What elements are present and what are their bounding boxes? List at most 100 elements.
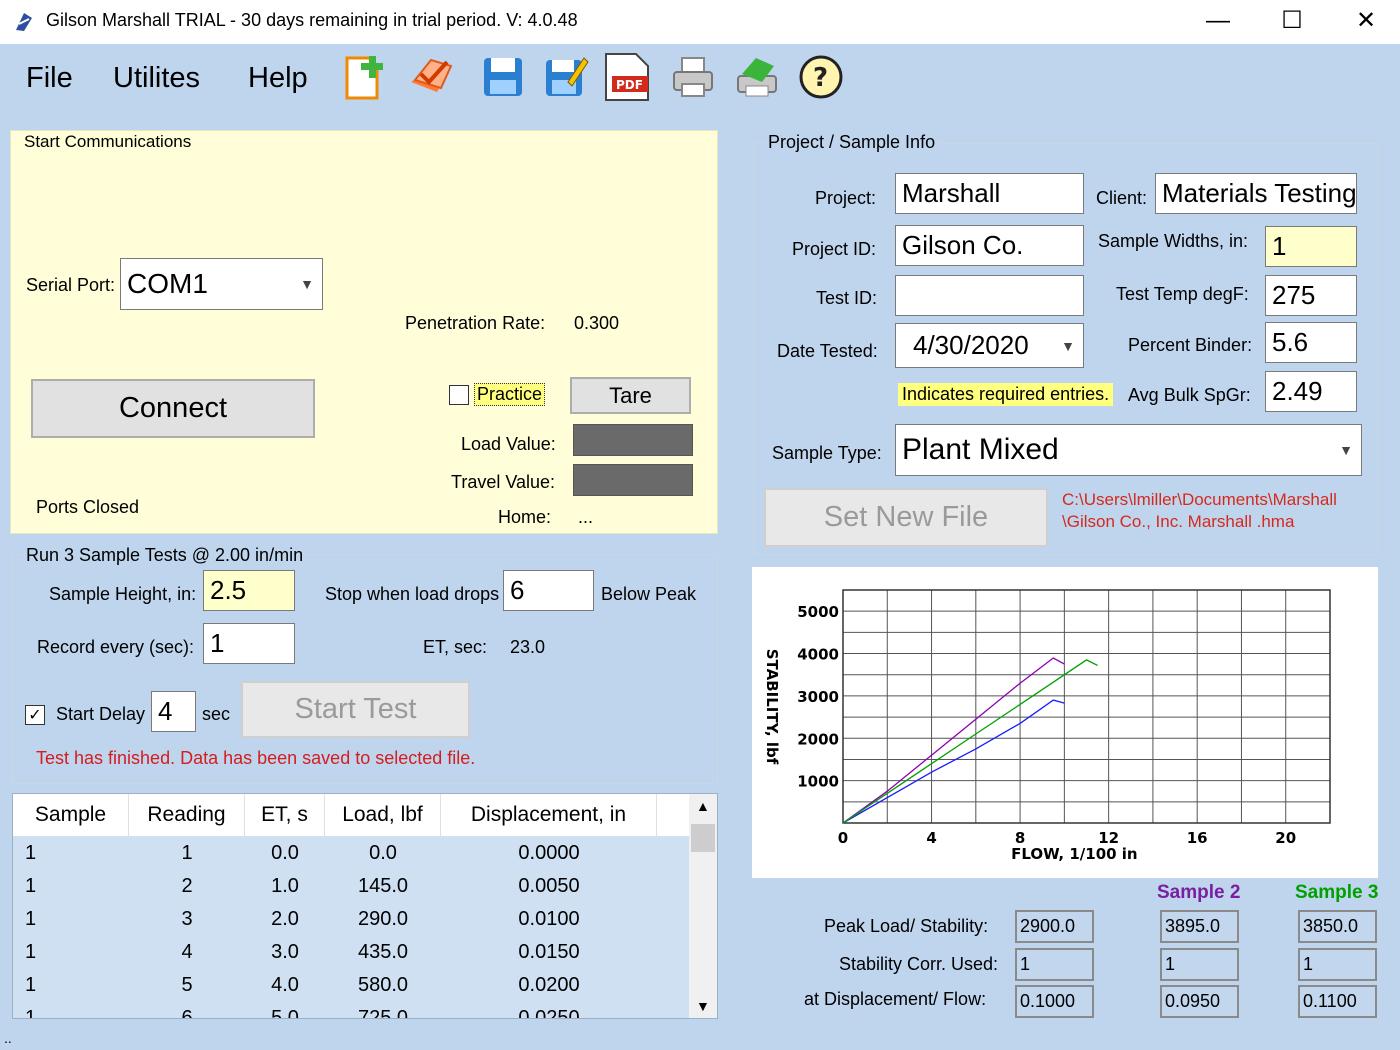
percent-binder-input[interactable]: 5.6 — [1265, 322, 1357, 363]
scroll-up-icon[interactable]: ▲ — [696, 798, 710, 814]
sample-height-label: Sample Height, in: — [49, 584, 197, 604]
chevron-down-icon: ▼ — [1339, 442, 1353, 458]
home-value: ... — [578, 507, 594, 527]
chevron-down-icon: ▼ — [1061, 337, 1075, 354]
stop-when-input[interactable]: 6 — [503, 570, 594, 611]
project-input[interactable]: Marshall — [895, 173, 1084, 214]
load-value-display — [573, 424, 693, 456]
table-cell: 0.0100 — [518, 908, 580, 930]
y-tick-label: 4000 — [797, 646, 839, 664]
start-delay-checkbox[interactable]: ✓ — [25, 705, 45, 725]
menu-help[interactable]: Help — [248, 62, 308, 95]
table-cell: 1 — [25, 908, 37, 930]
print-preview-icon[interactable] — [732, 52, 782, 102]
y-tick-label: 3000 — [797, 688, 839, 706]
sample-widths-input[interactable]: 1 — [1265, 226, 1357, 267]
close-button[interactable]: ✕ — [1346, 6, 1386, 36]
title-bar: Gilson Marshall TRIAL - 30 days remainin… — [0, 0, 1400, 44]
serial-port-label: Serial Port: — [26, 275, 116, 295]
start-test-button[interactable]: Start Test — [241, 681, 470, 738]
menu-file[interactable]: File — [26, 62, 73, 95]
table-cell: 725.0 — [357, 1007, 409, 1019]
table-cell: 435.0 — [357, 941, 409, 963]
project-id-input[interactable]: Gilson Co. — [895, 225, 1084, 266]
stability-corr-label: Stability Corr. Used: — [839, 954, 999, 974]
header-sample: Sample — [13, 794, 129, 836]
table-row[interactable]: 1 6 5.0 725.0 0.0250 — [13, 1002, 689, 1019]
home-label: Home: — [498, 507, 552, 527]
table-row[interactable]: 1 4 3.0 435.0 0.0150 — [13, 936, 689, 969]
table-cell: 290.0 — [357, 908, 409, 930]
header-load: Load, lbf — [325, 794, 441, 836]
load-value-label: Load Value: — [461, 434, 556, 454]
set-new-file-button[interactable]: Set New File — [764, 488, 1048, 547]
table-cell: 0.0200 — [518, 974, 580, 996]
table-cell: 1.0 — [271, 875, 299, 897]
sample-type-value: Plant Mixed — [902, 433, 1059, 466]
window-title: Gilson Marshall TRIAL - 30 days remainin… — [46, 10, 578, 30]
table-row[interactable]: 1 5 4.0 580.0 0.0200 — [13, 969, 689, 1002]
sample3-header: Sample 3 — [1295, 882, 1379, 903]
table-scrollbar[interactable]: ▲ ▼ — [689, 794, 717, 1018]
date-tested-picker[interactable]: 4/30/2020 ▼ — [895, 323, 1084, 368]
record-every-input[interactable]: 1 — [203, 623, 295, 664]
required-note: Indicates required entries. — [898, 383, 1114, 406]
start-delay-label: Start Delay — [56, 704, 146, 724]
sample3-peak-load: 3850.0 — [1298, 910, 1377, 943]
project-label: Project: — [815, 188, 877, 208]
series-line — [842, 699, 1065, 824]
sample3-displacement: 0.1100 — [1298, 985, 1377, 1018]
scroll-down-icon[interactable]: ▼ — [696, 998, 710, 1014]
table-cell: 0.0 — [369, 842, 397, 864]
test-temp-input[interactable]: 275 — [1265, 275, 1357, 316]
bulk-spgr-input[interactable]: 2.49 — [1265, 371, 1357, 412]
help-icon[interactable]: ? — [796, 52, 846, 102]
maximize-button[interactable]: ☐ — [1272, 6, 1312, 36]
save-icon[interactable] — [478, 52, 528, 102]
minimize-button[interactable]: — — [1198, 6, 1238, 36]
table-cell: 1 — [25, 941, 37, 963]
table-cell: 3.0 — [271, 941, 299, 963]
practice-label[interactable]: Practice — [474, 383, 546, 406]
table-cell: 145.0 — [357, 875, 409, 897]
serial-port-select[interactable]: COM1 ▼ — [120, 258, 323, 310]
menu-utilities[interactable]: Utilites — [113, 62, 200, 95]
sample-height-input[interactable]: 2.5 — [203, 570, 295, 611]
table-row[interactable]: 1 2 1.0 145.0 0.0050 — [13, 870, 689, 903]
table-cell: 2 — [181, 875, 193, 897]
table-row[interactable]: 1 1 0.0 0.0 0.0000 — [13, 837, 689, 870]
series-line — [842, 657, 1065, 824]
table-cell: 1 — [25, 1007, 37, 1019]
record-every-label: Record every (sec): — [37, 637, 195, 657]
scroll-thumb[interactable] — [691, 824, 715, 852]
open-icon[interactable] — [407, 52, 457, 102]
client-input[interactable]: Materials Testing — [1155, 173, 1357, 214]
table-cell: 5 — [181, 974, 193, 996]
table-cell: 2.0 — [271, 908, 299, 930]
table-cell: 0.0050 — [518, 875, 580, 897]
start-delay-input[interactable]: 4 — [151, 691, 196, 732]
save-as-icon[interactable] — [540, 52, 590, 102]
connect-button[interactable]: Connect — [31, 379, 315, 438]
project-id-label: Project ID: — [792, 239, 877, 259]
penetration-rate-label: Penetration Rate: — [405, 313, 546, 333]
pdf-icon[interactable]: PDF — [602, 52, 652, 102]
new-file-icon[interactable] — [341, 52, 391, 102]
test-temp-label: Test Temp degF: — [1116, 284, 1249, 304]
x-tick-label: 16 — [1187, 829, 1208, 847]
series-line — [842, 659, 1098, 824]
practice-checkbox[interactable] — [449, 385, 469, 405]
chevron-down-icon: ▼ — [300, 276, 314, 292]
test-id-input[interactable] — [895, 275, 1084, 316]
table-row[interactable]: 1 3 2.0 290.0 0.0100 — [13, 903, 689, 936]
readings-table[interactable]: Sample Reading ET, s Load, lbf Displacem… — [12, 793, 718, 1019]
x-tick-label: 0 — [838, 829, 848, 847]
table-cell: 0.0150 — [518, 941, 580, 963]
sample-type-select[interactable]: Plant Mixed ▼ — [895, 424, 1362, 476]
tare-button[interactable]: Tare — [570, 377, 691, 414]
table-cell: 1 — [25, 842, 37, 864]
print-icon[interactable] — [668, 52, 718, 102]
sample2-header: Sample 2 — [1157, 882, 1241, 903]
y-tick-label: 1000 — [797, 773, 839, 791]
table-cell: 580.0 — [357, 974, 409, 996]
